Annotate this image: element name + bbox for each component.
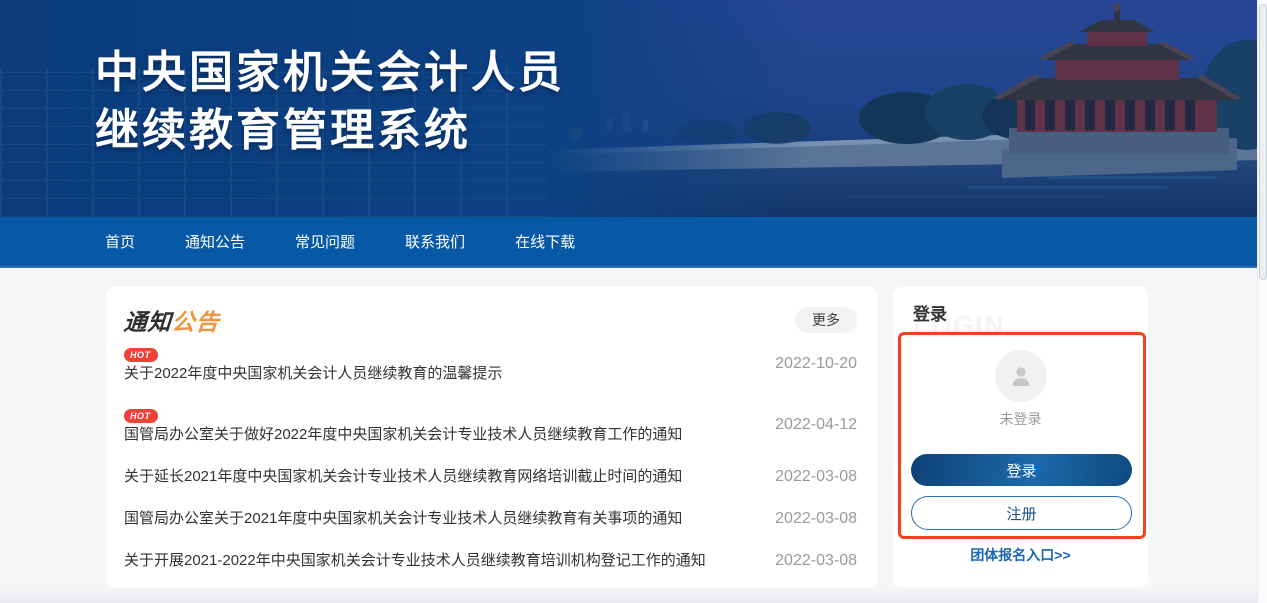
notice-item-date: 2022-04-12 xyxy=(775,416,857,434)
notice-list: HOT 关于2022年度中央国家机关会计人员继续教育的温馨提示 2022-10-… xyxy=(124,345,857,570)
notice-title-part2: 公告 xyxy=(171,309,221,335)
notice-panel-header: 通知公告 更多 xyxy=(124,303,857,337)
notice-title-part1: 通知 xyxy=(123,309,173,335)
register-button[interactable]: 注册 xyxy=(911,496,1132,530)
notice-item-left: 关于延长2021年度中央国家机关会计专业技术人员继续教育网络培训截止时间的通知 xyxy=(124,467,682,486)
nav-item[interactable]: 通知公告 xyxy=(185,231,245,252)
nav-item[interactable]: 在线下载 xyxy=(515,231,575,252)
palace-photo xyxy=(547,0,1267,217)
list-item[interactable]: 关于开展2021-2022年中央国家机关会计专业技术人员继续教育培训机构登记工作… xyxy=(124,551,857,570)
header-banner: 中央国家机关会计人员 继续教育管理系统 xyxy=(0,0,1267,217)
site-title-line2: 继续教育管理系统 xyxy=(95,102,565,160)
hot-badge: HOT xyxy=(124,348,158,362)
notice-panel: 通知公告 更多 HOT 关于2022年度中央国家机关会计人员继续教育的温馨提示 … xyxy=(106,287,877,588)
login-status-text: 未登录 xyxy=(893,409,1148,429)
user-avatar-icon xyxy=(1008,363,1034,389)
group-signup-link[interactable]: 团体报名入口>> xyxy=(893,545,1148,565)
notice-panel-title: 通知公告 xyxy=(124,303,220,337)
list-item[interactable]: HOT 国管局办公室关于做好2022年度中央国家机关会计专业技术人员继续教育工作… xyxy=(124,406,857,444)
notice-item-title: 国管局办公室关于2021年度中央国家机关会计专业技术人员继续教育有关事项的通知 xyxy=(124,509,682,528)
notice-item-left: 国管局办公室关于2021年度中央国家机关会计专业技术人员继续教育有关事项的通知 xyxy=(124,509,682,528)
notice-item-title: 国管局办公室关于做好2022年度中央国家机关会计专业技术人员继续教育工作的通知 xyxy=(124,425,682,444)
login-panel-title: 登录 xyxy=(913,300,947,325)
hot-badge: HOT xyxy=(124,409,158,423)
site-title: 中央国家机关会计人员 继续教育管理系统 xyxy=(95,44,565,160)
main-navigation: 首页 通知公告 常见问题 联系我们 在线下载 xyxy=(0,217,1267,268)
login-button[interactable]: 登录 xyxy=(911,454,1132,486)
scrollbar-thumb[interactable] xyxy=(1259,4,1267,280)
notice-item-left: HOT 国管局办公室关于做好2022年度中央国家机关会计专业技术人员继续教育工作… xyxy=(124,406,682,444)
list-item[interactable]: 国管局办公室关于2021年度中央国家机关会计专业技术人员继续教育有关事项的通知 … xyxy=(124,509,857,528)
notice-item-date: 2022-03-08 xyxy=(775,552,857,570)
notice-item-date: 2022-03-08 xyxy=(775,510,857,528)
notice-item-date: 2022-10-20 xyxy=(775,355,857,373)
list-item[interactable]: 关于延长2021年度中央国家机关会计专业技术人员继续教育网络培训截止时间的通知 … xyxy=(124,467,857,486)
avatar xyxy=(995,350,1047,402)
notice-item-date: 2022-03-08 xyxy=(775,468,857,486)
notice-item-title: 关于2022年度中央国家机关会计人员继续教育的温馨提示 xyxy=(124,364,502,383)
notice-item-title: 关于延长2021年度中央国家机关会计专业技术人员继续教育网络培训截止时间的通知 xyxy=(124,467,682,486)
more-button[interactable]: 更多 xyxy=(795,307,857,333)
login-panel: LOGIN 登录 未登录 登录 注册 团体报名入口>> xyxy=(893,287,1148,587)
nav-item[interactable]: 常见问题 xyxy=(295,231,355,252)
notice-item-left: 关于开展2021-2022年中央国家机关会计专业技术人员继续教育培训机构登记工作… xyxy=(124,551,706,570)
nav-item[interactable]: 首页 xyxy=(105,231,135,252)
notice-item-title: 关于开展2021-2022年中央国家机关会计专业技术人员继续教育培训机构登记工作… xyxy=(124,551,706,570)
notice-item-left: HOT 关于2022年度中央国家机关会计人员继续教育的温馨提示 xyxy=(124,345,502,383)
page-bottom-fade xyxy=(0,588,1257,603)
nav-item[interactable]: 联系我们 xyxy=(405,231,465,252)
scrollbar-track[interactable] xyxy=(1257,0,1267,603)
main-content: 通知公告 更多 HOT 关于2022年度中央国家机关会计人员继续教育的温馨提示 … xyxy=(0,268,1267,588)
site-title-line1: 中央国家机关会计人员 xyxy=(95,44,565,102)
list-item[interactable]: HOT 关于2022年度中央国家机关会计人员继续教育的温馨提示 2022-10-… xyxy=(124,345,857,383)
